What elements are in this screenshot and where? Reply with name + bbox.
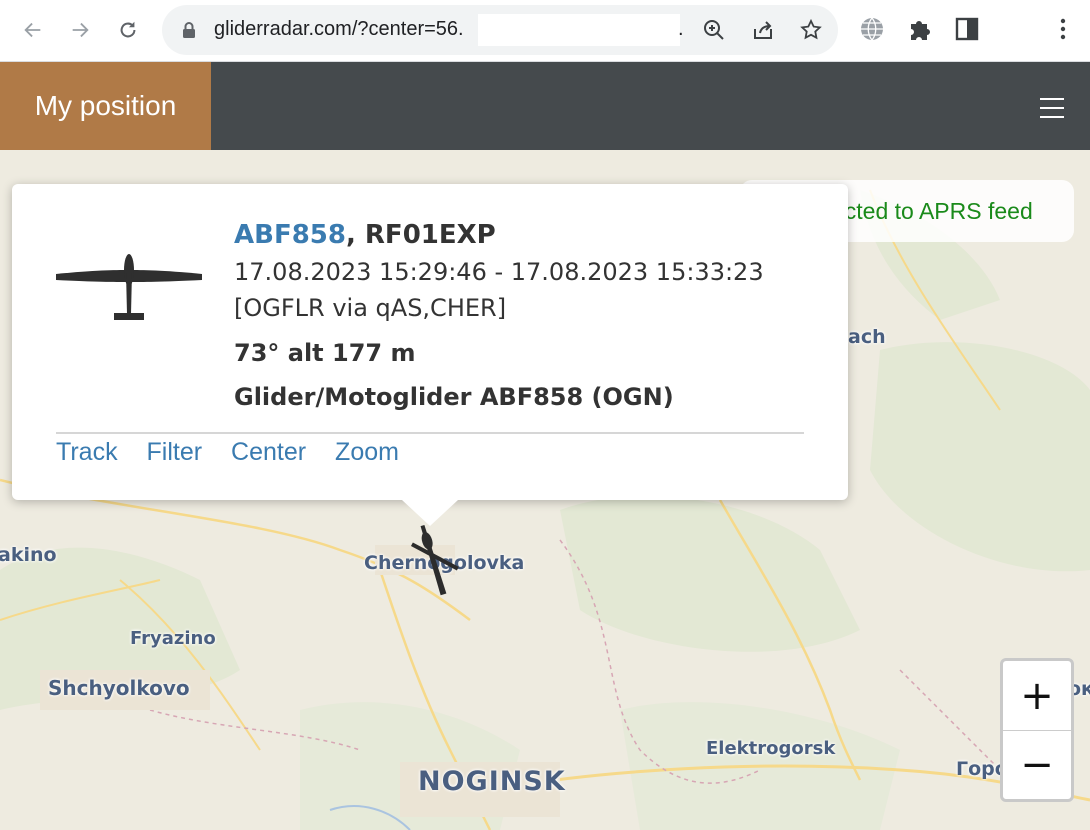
center-link[interactable]: Center [231, 438, 306, 466]
zoom-out-button[interactable]: − [1003, 730, 1071, 799]
place-label-akino: akino [0, 544, 57, 566]
popup-actions: Track Filter Center Zoom [56, 438, 421, 467]
track-link[interactable]: Track [56, 438, 118, 466]
zoom-control: + − [1000, 658, 1074, 802]
url-redaction [478, 14, 680, 46]
receiver-path: [OGFLR via qAS,CHER] [234, 294, 507, 322]
aircraft-info-popup: ABF858, RF01EXP 17.08.2023 15:29:46 - 17… [12, 184, 848, 500]
filter-link[interactable]: Filter [147, 438, 203, 466]
popup-divider [56, 432, 804, 434]
my-position-button[interactable]: My position [0, 62, 211, 150]
zoom-in-button[interactable]: + [1003, 661, 1071, 730]
place-label-noginsk: NOGINSK [418, 766, 566, 797]
time-range: 17.08.2023 15:29:46 - 17.08.2023 15:33:2… [234, 258, 764, 286]
browser-toolbar: gliderradar.com/?center=56. . [0, 0, 1090, 62]
share-icon[interactable] [751, 18, 775, 42]
zoom-page-icon[interactable] [702, 18, 726, 42]
aircraft-title: ABF858, RF01EXP [234, 220, 496, 250]
forward-arrow-icon[interactable] [64, 14, 96, 46]
glider-silhouette-icon [56, 254, 202, 320]
map-view[interactable]: akino ach Chernogolovka Fryazino Shchyol… [0, 150, 1090, 830]
lock-icon [183, 22, 195, 38]
aircraft-callsign: , RF01EXP [345, 220, 496, 250]
back-arrow-icon[interactable] [17, 14, 49, 46]
place-label-ach: ach [848, 326, 886, 348]
side-panel-icon[interactable] [954, 16, 980, 42]
zoom-link[interactable]: Zoom [335, 438, 399, 466]
aircraft-type: Glider/Motoglider ABF858 (OGN) [234, 383, 674, 411]
url-text: gliderradar.com/?center=56. [214, 18, 464, 40]
app-header: My position [0, 62, 1090, 150]
heading-altitude: 73° alt 177 m [234, 339, 416, 367]
globe-extension-icon[interactable] [859, 16, 885, 42]
place-label-shchyolkovo: Shchyolkovo [48, 676, 190, 700]
hamburger-menu-icon[interactable] [1040, 98, 1064, 118]
url-trailing-text: . [678, 18, 684, 40]
more-menu-icon[interactable] [1050, 16, 1076, 42]
bookmark-star-icon[interactable] [799, 18, 823, 42]
place-label-fryazino: Fryazino [130, 628, 216, 649]
glider-marker-icon[interactable] [398, 520, 468, 600]
aircraft-id-link[interactable]: ABF858 [234, 220, 346, 250]
place-label-elektrogorsk: Elektrogorsk [706, 738, 836, 759]
extensions-puzzle-icon[interactable] [907, 16, 933, 42]
address-bar[interactable]: gliderradar.com/?center=56. . [162, 5, 838, 55]
reload-icon[interactable] [112, 14, 144, 46]
popup-pointer [402, 500, 458, 526]
